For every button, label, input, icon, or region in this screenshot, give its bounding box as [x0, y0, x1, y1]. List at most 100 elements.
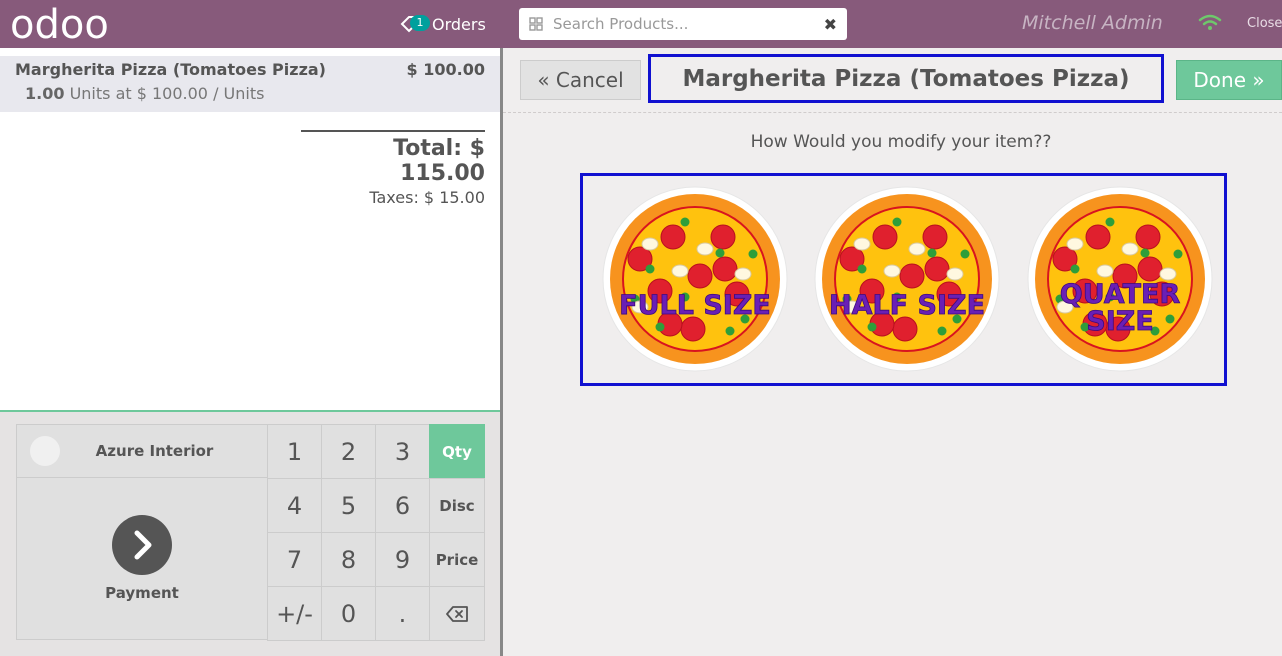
mushroom [1066, 237, 1084, 251]
mushroom [1121, 242, 1139, 256]
olive [715, 248, 725, 258]
logo-text: odoo [10, 4, 109, 44]
payment-button[interactable]: Payment [16, 478, 268, 640]
olive [892, 217, 902, 227]
header-divider [503, 112, 1282, 113]
customer-name: Azure Interior [95, 442, 214, 460]
pizza-image: QUATERSIZE [1027, 186, 1213, 372]
pepperoni [687, 263, 713, 289]
mushroom [641, 237, 659, 251]
payment-circle [112, 515, 172, 575]
mode-price-button[interactable]: Price [429, 532, 485, 587]
olive [680, 217, 690, 227]
option-full-size[interactable]: FULL SIZE [602, 186, 788, 372]
order-taxes: Taxes: $ 15.00 [369, 188, 485, 207]
pepperoni [922, 224, 948, 250]
orders-button[interactable]: 1 Orders [400, 10, 486, 38]
wifi-icon [1198, 14, 1222, 30]
cancel-button[interactable]: « Cancel [520, 60, 641, 100]
pepperoni [872, 224, 898, 250]
user-name: Mitchell Admin [1022, 12, 1163, 34]
olive [857, 264, 867, 274]
olive [748, 249, 758, 259]
backspace-icon [446, 605, 468, 622]
pepperoni [1135, 224, 1161, 250]
pepperoni [712, 256, 738, 282]
mushroom [696, 242, 714, 256]
order-line-info: 1.00 Units at $ 100.00 / Units [25, 84, 264, 103]
close-button[interactable]: Close [1247, 16, 1282, 31]
numpad: 1 2 3 Qty 4 5 6 Disc 7 8 9 Price +/- 0 . [267, 424, 485, 641]
numpad-key-5[interactable]: 5 [321, 478, 376, 533]
numpad-key-8[interactable]: 8 [321, 532, 376, 587]
numpad-key-9[interactable]: 9 [375, 532, 430, 587]
pepperoni [1085, 224, 1111, 250]
olive [725, 326, 735, 336]
pizza-image: FULL SIZE [602, 186, 788, 372]
mushroom [1096, 264, 1114, 278]
numpad-key-1[interactable]: 1 [267, 424, 322, 479]
payment-label: Payment [105, 584, 179, 602]
olive [960, 249, 970, 259]
olive [1105, 217, 1115, 227]
mushroom [853, 237, 871, 251]
modify-question: How Would you modify your item?? [750, 132, 1052, 152]
numpad-key-3[interactable]: 3 [375, 424, 430, 479]
numpad-key-7[interactable]: 7 [267, 532, 322, 587]
numpad-key-6[interactable]: 6 [375, 478, 430, 533]
top-bar: odoo 1 Orders ✖ Mitchell Admin Close [0, 0, 1282, 48]
pepperoni [899, 263, 925, 289]
order-line-qty: 1.00 [25, 84, 65, 103]
backspace-button[interactable] [429, 586, 485, 641]
order-line-unit-info: Units at $ 100.00 / Units [69, 84, 265, 103]
barcode-grid-icon [529, 17, 543, 31]
customer-button[interactable]: Azure Interior [16, 424, 268, 478]
olive [937, 326, 947, 336]
numpad-key-plus-minus[interactable]: +/- [267, 586, 322, 641]
olive [867, 322, 877, 332]
size-options: FULL SIZE HALF SIZE QUATER SIZE [580, 173, 1227, 386]
olive [655, 322, 665, 332]
orders-label: Orders [432, 14, 486, 34]
pizza-size-label: FULL SIZE [619, 290, 771, 321]
pizza-size-label: SIZE [1086, 306, 1154, 337]
customer-avatar [30, 436, 60, 466]
olive [645, 264, 655, 274]
mode-qty-button[interactable]: Qty [429, 424, 485, 479]
orders-count-badge: 1 [410, 15, 430, 31]
clear-search-icon[interactable]: ✖ [824, 15, 837, 34]
order-total: Total: $ 115.00 [393, 136, 485, 186]
control-pad: Azure Interior Payment 1 2 3 Qty 4 5 6 D… [0, 412, 500, 656]
mushroom [734, 267, 752, 281]
option-half-size[interactable]: HALF SIZE [814, 186, 1000, 372]
numpad-key-0[interactable]: 0 [321, 586, 376, 641]
option-quater-size[interactable]: QUATER SIZE [1027, 186, 1213, 372]
search-input[interactable] [553, 15, 824, 33]
olive [1070, 264, 1080, 274]
mushroom [946, 267, 964, 281]
pepperoni [710, 224, 736, 250]
popup-title: Margherita Pizza (Tomatoes Pizza) [648, 54, 1164, 103]
olive [1165, 314, 1175, 324]
mushroom [883, 264, 901, 278]
chevron-right-icon [134, 530, 152, 560]
order-pane: Margherita Pizza (Tomatoes Pizza) $ 100.… [0, 48, 500, 656]
odoo-logo: odoo [10, 4, 109, 44]
order-line-price: $ 100.00 [406, 60, 485, 79]
numpad-key-4[interactable]: 4 [267, 478, 322, 533]
pepperoni [924, 256, 950, 282]
mode-disc-button[interactable]: Disc [429, 478, 485, 533]
numpad-key-decimal[interactable]: . [375, 586, 430, 641]
order-summary: Total: $ 115.00 Taxes: $ 15.00 [301, 130, 485, 207]
order-line[interactable]: Margherita Pizza (Tomatoes Pizza) $ 100.… [0, 56, 500, 112]
done-button[interactable]: Done » [1176, 60, 1282, 100]
pepperoni [660, 224, 686, 250]
pepperoni [1137, 256, 1163, 282]
pizza-image: HALF SIZE [814, 186, 1000, 372]
numpad-key-2[interactable]: 2 [321, 424, 376, 479]
olive [1173, 249, 1183, 259]
pizza-size-label: HALF SIZE [829, 290, 985, 321]
mushroom [908, 242, 926, 256]
order-line-product-name: Margherita Pizza (Tomatoes Pizza) [15, 60, 326, 79]
mushroom [671, 264, 689, 278]
